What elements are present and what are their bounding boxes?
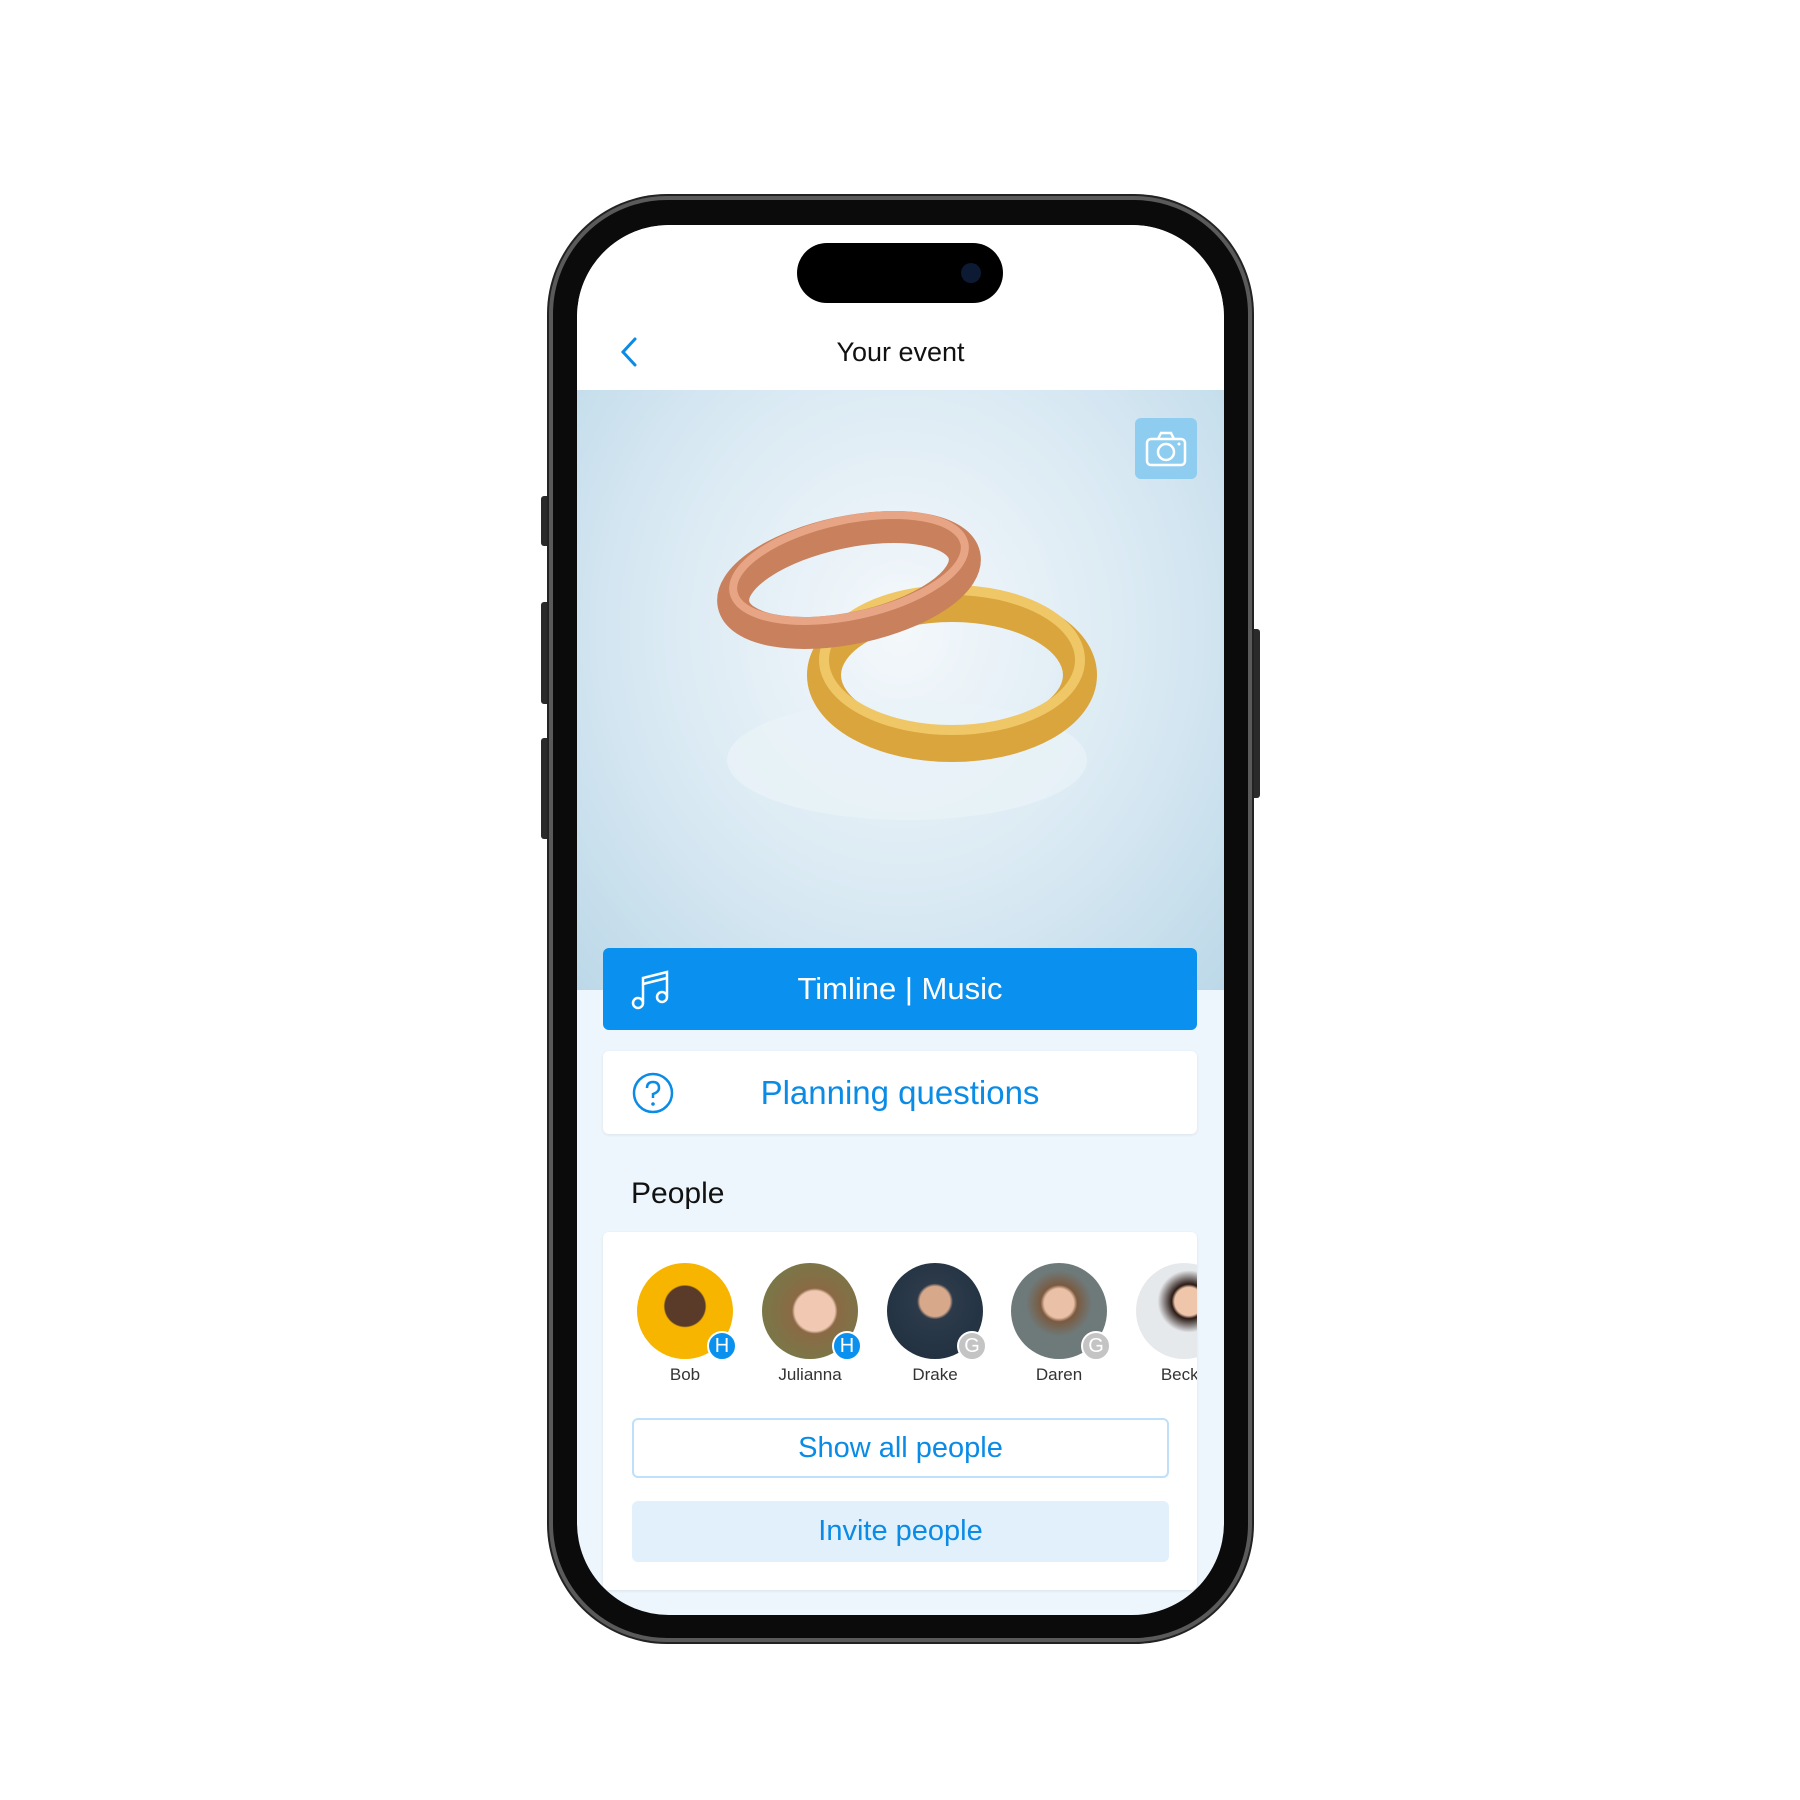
timeline-music-button[interactable]: Timline | Music (603, 948, 1197, 1030)
question-circle-icon (632, 1072, 674, 1114)
avatar: H (762, 1263, 862, 1361)
show-all-people-button[interactable]: Show all people (632, 1418, 1169, 1478)
change-cover-button[interactable] (1135, 418, 1197, 479)
avatar (1136, 1263, 1197, 1359)
people-section-heading: People (631, 1177, 725, 1210)
wedding-rings-image (717, 511, 1097, 820)
avatar: G (887, 1263, 987, 1361)
host-badge: H (707, 1331, 737, 1361)
person-item[interactable]: G Drake (873, 1263, 997, 1385)
planning-questions-label: Planning questions (760, 1073, 1040, 1111)
person-item[interactable]: Becky (1122, 1263, 1197, 1385)
app-screen: Your event Timline | Music Planning ques… (577, 225, 1224, 1615)
person-name: Bob (669, 1365, 701, 1384)
guest-badge: G (1081, 1331, 1111, 1361)
avatar: H (637, 1263, 737, 1361)
page-title: Your event (836, 337, 965, 367)
person-name: Becky (1160, 1365, 1197, 1384)
dynamic-island (797, 243, 1003, 303)
camera-icon (1145, 431, 1187, 466)
power-button (1251, 629, 1260, 798)
music-note-icon (631, 970, 669, 1010)
event-cover-image (577, 390, 1224, 990)
guest-badge: G (957, 1331, 987, 1361)
avatar: G (1011, 1263, 1111, 1361)
person-item[interactable]: H Julianna (748, 1263, 872, 1385)
planning-questions-button[interactable]: Planning questions (603, 1051, 1197, 1134)
person-item[interactable]: G Daren (997, 1263, 1121, 1385)
person-item[interactable]: H Bob (623, 1263, 747, 1385)
host-badge: H (832, 1331, 862, 1361)
person-name: Drake (912, 1365, 958, 1384)
invite-people-button[interactable]: Invite people (632, 1501, 1169, 1562)
person-name: Daren (1035, 1365, 1083, 1384)
camera-lens (961, 263, 981, 283)
person-name: Julianna (778, 1365, 842, 1384)
timeline-music-label: Timline | Music (797, 971, 1003, 1006)
people-card: H Bob H Julianna G Drake G Daren Becky S… (603, 1232, 1197, 1590)
